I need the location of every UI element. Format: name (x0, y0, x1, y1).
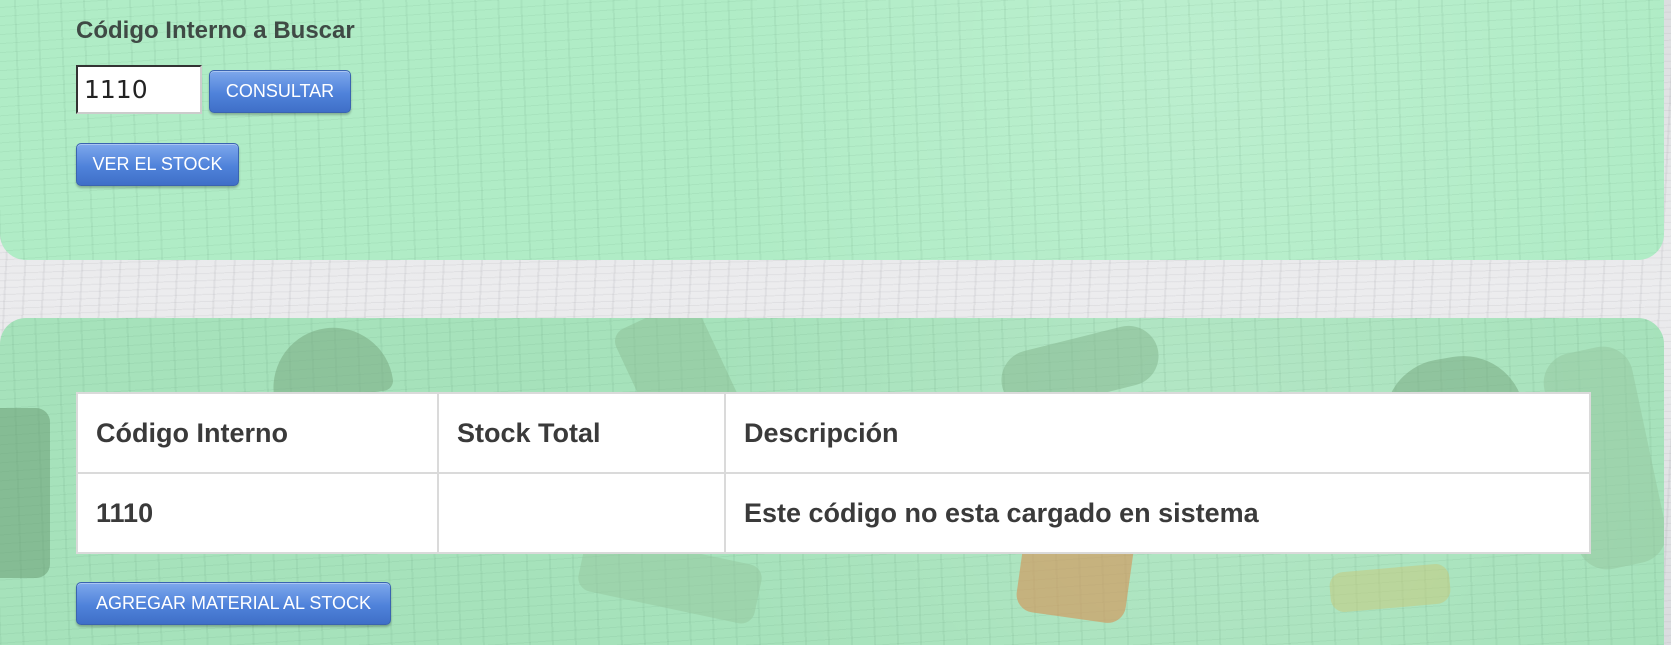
search-title: Código Interno a Buscar (76, 17, 355, 44)
agregar-material-button[interactable]: AGREGAR MATERIAL AL STOCK (76, 582, 391, 625)
cell-codigo-interno: 1110 (76, 472, 439, 554)
code-search-input[interactable] (76, 65, 202, 114)
stock-table: Código Interno Stock Total Descripción 1… (76, 392, 1591, 554)
header-stock-total: Stock Total (437, 392, 726, 474)
table-row: 1110 Este código no esta cargado en sist… (76, 472, 1591, 554)
cell-stock-total (437, 472, 726, 554)
header-codigo-interno: Código Interno (76, 392, 439, 474)
cell-descripcion: Este código no esta cargado en sistema (724, 472, 1591, 554)
background-tool-shape (0, 408, 50, 578)
table-header-row: Código Interno Stock Total Descripción (76, 392, 1591, 474)
background-tool-shape (1328, 562, 1452, 614)
consultar-button[interactable]: CONSULTAR (209, 70, 351, 113)
header-descripcion: Descripción (724, 392, 1591, 474)
ver-stock-button[interactable]: VER EL STOCK (76, 143, 239, 186)
